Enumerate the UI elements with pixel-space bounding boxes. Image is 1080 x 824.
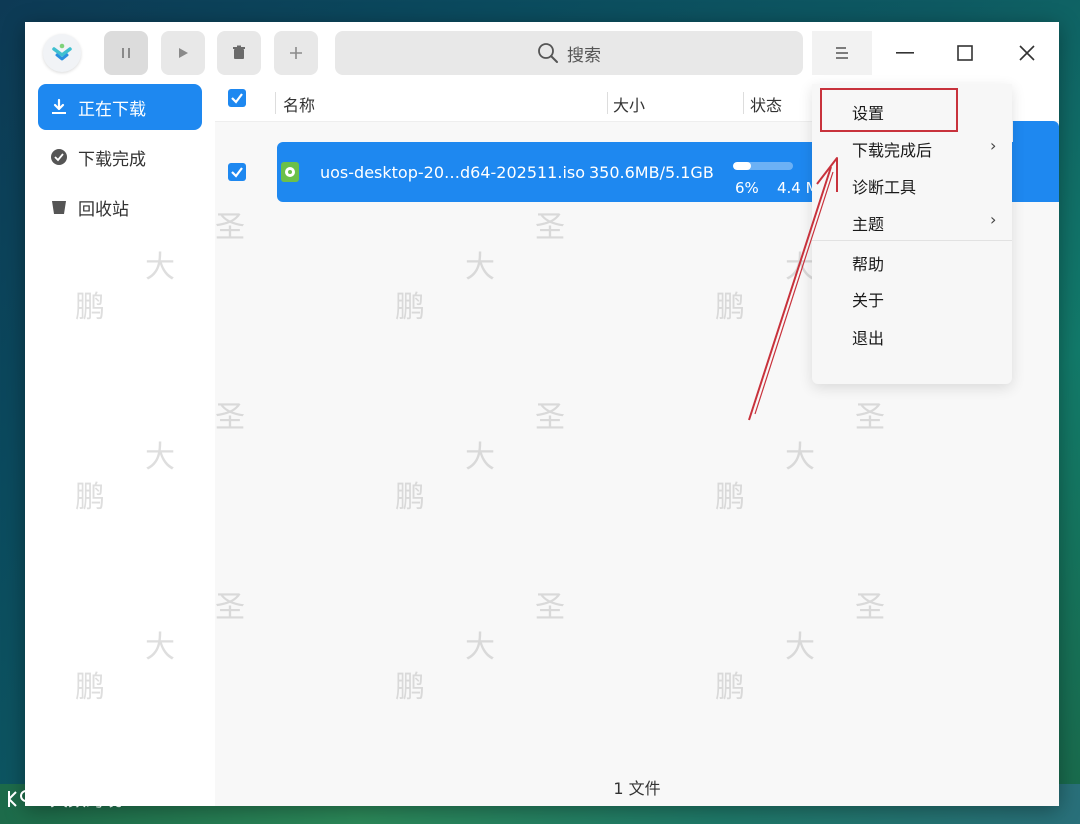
- table-row-tail: [1013, 121, 1059, 181]
- iso-file-icon: [281, 162, 299, 182]
- close-icon: [1019, 45, 1035, 61]
- play-icon: [179, 48, 188, 58]
- chevron-right-icon: ›: [990, 136, 997, 155]
- sidebar-item-completed[interactable]: 下载完成: [38, 134, 202, 180]
- menu-item-quit[interactable]: 退出: [852, 325, 884, 349]
- row-checkbox[interactable]: [228, 163, 246, 181]
- sidebar-item-label: 正在下载: [78, 99, 146, 120]
- column-divider: [607, 92, 608, 114]
- select-all-checkbox[interactable]: [228, 89, 246, 107]
- delete-button[interactable]: [217, 31, 261, 75]
- checkmark-icon: [231, 93, 243, 104]
- highlight-box: [820, 88, 958, 132]
- main-menu-button[interactable]: [812, 31, 872, 75]
- app-window: 搜索 正在下载 下载完成 回收站 名称 大小 状态 uos-desktop-20…: [25, 22, 1059, 806]
- app-logo-icon: [43, 34, 81, 72]
- menu-item-diagnostics[interactable]: 诊断工具: [852, 174, 916, 198]
- sidebar-item-trash[interactable]: 回收站: [38, 184, 202, 230]
- file-size: 350.6MB/5.1GB: [589, 163, 714, 182]
- chevron-right-icon: ›: [990, 210, 997, 229]
- minimize-icon: [896, 52, 914, 54]
- download-icon: [50, 98, 68, 116]
- brand-logo-icon: [8, 790, 44, 807]
- hamburger-icon: [836, 47, 848, 59]
- menu-item-about[interactable]: 关于: [852, 287, 884, 311]
- close-button[interactable]: [1007, 34, 1047, 72]
- brand-label: 大数跨境: [50, 790, 122, 811]
- progress-bar: [733, 162, 793, 170]
- search-icon: [538, 43, 558, 63]
- trash-icon: [233, 45, 245, 59]
- checkmark-icon: [231, 167, 243, 178]
- search-placeholder: 搜索: [567, 45, 601, 66]
- plus-icon: [290, 47, 302, 59]
- column-header-status[interactable]: 状态: [750, 92, 782, 116]
- search-input[interactable]: 搜索: [335, 31, 803, 75]
- pause-button[interactable]: [104, 31, 148, 75]
- check-circle-icon: [50, 148, 68, 166]
- trash-bin-icon: [50, 198, 68, 216]
- pause-icon: [122, 48, 130, 58]
- sidebar-item-label: 下载完成: [78, 149, 146, 170]
- maximize-button[interactable]: [945, 34, 985, 72]
- progress-fill: [733, 162, 751, 170]
- minimize-button[interactable]: [885, 34, 925, 72]
- column-header-size[interactable]: 大小: [613, 92, 645, 116]
- menu-item-settings[interactable]: 设置: [852, 100, 884, 124]
- menu-divider: [812, 240, 1012, 241]
- menu-item-after-download[interactable]: 下载完成后: [852, 137, 932, 161]
- start-button[interactable]: [161, 31, 205, 75]
- column-divider: [275, 92, 276, 114]
- progress-percent: 6%: [735, 179, 759, 197]
- title-bar: 搜索: [25, 22, 1059, 84]
- brand-watermark: 大数跨境: [6, 786, 122, 812]
- sidebar-item-label: 回收站: [78, 199, 129, 220]
- add-task-button[interactable]: [274, 31, 318, 75]
- column-divider: [743, 92, 744, 114]
- menu-item-theme[interactable]: 主题: [852, 211, 884, 235]
- sidebar: 正在下载 下载完成 回收站: [25, 84, 215, 806]
- file-count: 1 文件: [613, 779, 661, 798]
- maximize-icon: [957, 45, 973, 61]
- menu-item-help[interactable]: 帮助: [852, 251, 884, 275]
- main-menu-dropdown: 设置 下载完成后 › 诊断工具 主题 › 帮助 关于 退出: [812, 84, 1012, 384]
- column-header-name[interactable]: 名称: [283, 92, 315, 116]
- status-bar: 1 文件: [215, 768, 1059, 806]
- file-name: uos-desktop-20…d64-202511.iso: [320, 163, 585, 182]
- sidebar-item-downloading[interactable]: 正在下载: [38, 84, 202, 130]
